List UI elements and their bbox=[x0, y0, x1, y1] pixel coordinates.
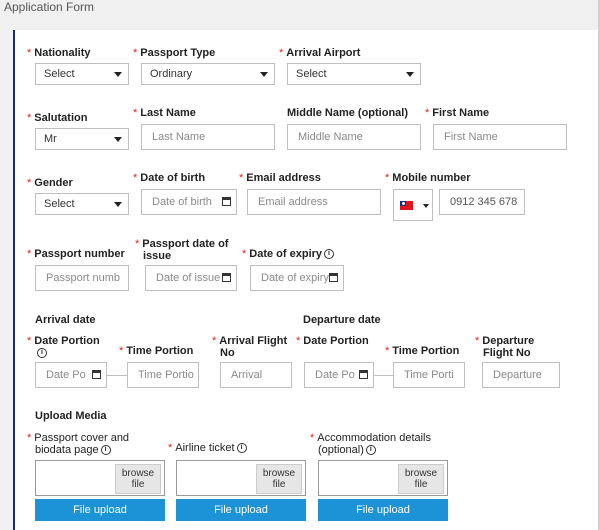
passport-issue-label: * Passport date of issue bbox=[135, 238, 229, 262]
expiry-input[interactable]: Date of expiry bbox=[250, 265, 344, 291]
app-header: Application Form bbox=[0, 0, 600, 18]
info-icon[interactable]: i bbox=[37, 348, 47, 359]
first-name-input[interactable]: First Name bbox=[433, 124, 567, 150]
browse-file-button[interactable]: browse file bbox=[115, 464, 161, 494]
chevron-down-icon bbox=[114, 137, 122, 142]
passport-upload-label: * Passport cover and biodata page i bbox=[27, 432, 130, 456]
dob-input[interactable]: Date of birth bbox=[141, 189, 237, 215]
email-input[interactable]: Email address bbox=[247, 189, 381, 215]
gender-select[interactable]: Select bbox=[35, 193, 129, 215]
last-name-label: * Last Name bbox=[133, 107, 196, 119]
arrival-time-input[interactable]: Time Portio bbox=[127, 362, 199, 388]
departure-time-input[interactable]: Time Porti bbox=[393, 362, 465, 388]
mobile-input[interactable]: 0912 345 678 bbox=[439, 189, 525, 215]
departure-date-heading: Departure date bbox=[303, 314, 381, 326]
airline-upload-label: * Airline ticket i bbox=[168, 442, 247, 454]
accommodation-file-upload-button[interactable]: File upload bbox=[318, 499, 448, 521]
dob-label: * Date of birth bbox=[133, 172, 206, 184]
passport-issue-input[interactable]: Date of issue bbox=[145, 265, 237, 291]
info-icon[interactable]: i bbox=[365, 445, 376, 456]
nationality-select[interactable]: Select bbox=[35, 63, 129, 85]
arrival-time-portion-label: * Time Portion bbox=[119, 345, 194, 357]
middle-name-label: Middle Name (optional) bbox=[287, 107, 408, 119]
passport-file-upload-button[interactable]: File upload bbox=[35, 499, 165, 521]
calendar-icon[interactable] bbox=[222, 273, 231, 282]
expiry-label: * Date of expiry i bbox=[242, 248, 335, 260]
nationality-label: * Nationality bbox=[27, 47, 91, 59]
chevron-down-icon bbox=[114, 72, 122, 77]
info-icon[interactable]: i bbox=[100, 445, 111, 456]
departure-date-input[interactable]: Date Po bbox=[304, 362, 374, 388]
calendar-icon[interactable] bbox=[222, 197, 231, 206]
chevron-down-icon bbox=[114, 202, 122, 207]
airline-file-box[interactable]: browse file bbox=[176, 460, 306, 496]
passport-type-select[interactable]: Ordinary bbox=[141, 63, 275, 85]
departure-flight-label: * Departure Flight No bbox=[475, 335, 535, 359]
passport-type-label: * Passport Type bbox=[133, 47, 216, 59]
chevron-down-icon bbox=[406, 72, 414, 77]
airline-file-upload-button[interactable]: File upload bbox=[176, 499, 306, 521]
page-title: Application Form bbox=[4, 0, 95, 14]
calendar-icon[interactable] bbox=[92, 370, 101, 379]
info-icon[interactable]: i bbox=[324, 249, 335, 260]
salutation-select[interactable]: Mr bbox=[35, 128, 129, 150]
departure-time-portion-label: * Time Portion bbox=[385, 345, 460, 357]
calendar-icon[interactable] bbox=[329, 273, 338, 282]
departure-flight-input[interactable]: Departure bbox=[482, 362, 560, 388]
arrival-date-portion-label: * Date Portion i bbox=[27, 335, 100, 359]
chevron-down-icon bbox=[260, 72, 268, 77]
passport-number-label: * Passport number bbox=[27, 248, 125, 260]
chevron-down-icon bbox=[423, 204, 429, 208]
taiwan-flag-icon bbox=[400, 201, 413, 210]
arrival-flight-input[interactable]: Arrival bbox=[220, 362, 292, 388]
salutation-label: * Salutation bbox=[27, 112, 88, 124]
form-panel: * Nationality Select * Passport Type Ordin… bbox=[13, 30, 600, 530]
arrival-airport-select[interactable]: Select bbox=[287, 63, 421, 85]
info-icon[interactable]: i bbox=[236, 443, 247, 454]
arrival-date-input[interactable]: Date Po bbox=[35, 362, 107, 388]
accommodation-file-box[interactable]: browse file bbox=[318, 460, 448, 496]
accommodation-upload-label: * Accommodation details (optional) i bbox=[310, 432, 432, 456]
passport-number-input[interactable]: Passport numb bbox=[35, 265, 129, 291]
last-name-input[interactable]: Last Name bbox=[141, 124, 275, 150]
middle-name-input[interactable]: Middle Name bbox=[287, 124, 421, 150]
arrival-flight-label: * Arrival Flight No bbox=[212, 335, 288, 359]
calendar-icon[interactable] bbox=[359, 370, 368, 379]
departure-date-portion-label: * Date Portion bbox=[296, 335, 369, 347]
upload-media-heading: Upload Media bbox=[35, 410, 107, 422]
connector-line bbox=[107, 375, 127, 376]
browse-file-button[interactable]: browse file bbox=[398, 464, 444, 494]
arrival-airport-label: * Arrival Airport bbox=[279, 47, 361, 59]
mobile-label: * Mobile number bbox=[385, 172, 471, 184]
connector-line bbox=[374, 375, 394, 376]
first-name-label: * First Name bbox=[425, 107, 490, 119]
browse-file-button[interactable]: browse file bbox=[256, 464, 302, 494]
passport-file-box[interactable]: browse file bbox=[35, 460, 165, 496]
gender-label: * Gender bbox=[27, 177, 73, 189]
arrival-date-heading: Arrival date bbox=[35, 314, 96, 326]
email-label: * Email address bbox=[239, 172, 321, 184]
country-code-select[interactable] bbox=[393, 189, 433, 221]
